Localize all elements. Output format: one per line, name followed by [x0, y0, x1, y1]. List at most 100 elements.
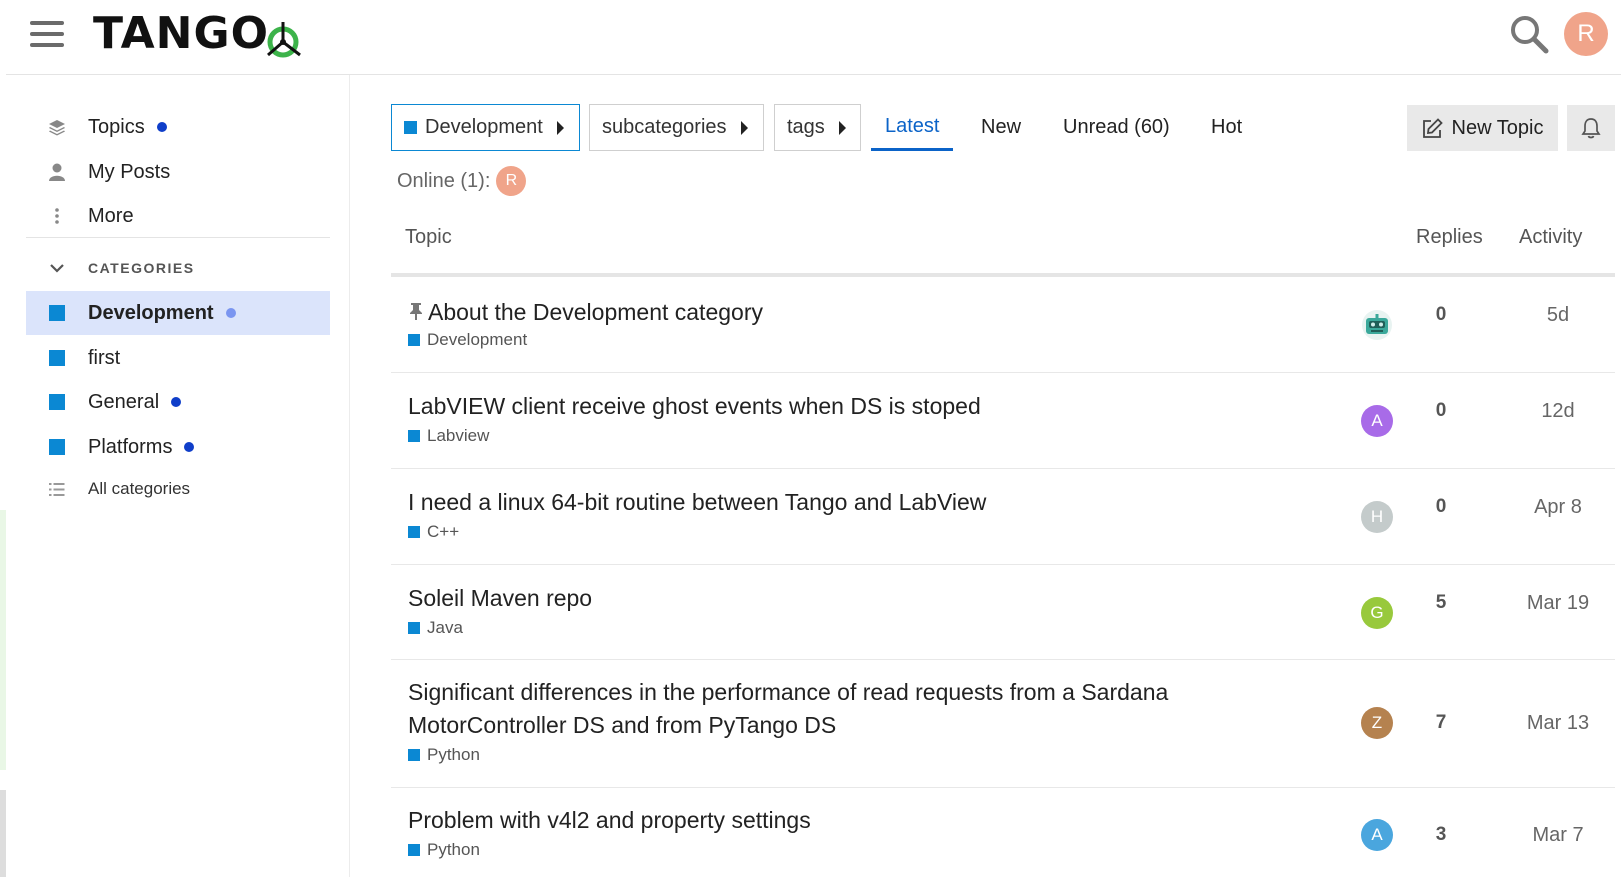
list-icon — [26, 482, 88, 496]
category-color-square — [49, 394, 65, 410]
tab-unread[interactable]: Unread (60) — [1049, 104, 1184, 151]
new-topic-button[interactable]: New Topic — [1407, 105, 1558, 151]
sidebar-item-more[interactable]: More — [26, 194, 330, 238]
sidebar-item-my-posts[interactable]: My Posts — [26, 150, 330, 194]
topic-category-label: Java — [427, 618, 463, 637]
category-color-square — [408, 622, 420, 634]
pin-icon — [410, 303, 422, 320]
tags-dropdown[interactable]: tags — [774, 104, 861, 151]
bell-icon — [1581, 118, 1601, 139]
category-color-square — [49, 350, 65, 366]
sidebar-item-label: More — [88, 204, 134, 227]
sidebar-all-categories[interactable]: All categories — [26, 467, 330, 511]
online-user-avatar[interactable]: R — [496, 166, 527, 196]
unread-dot — [184, 442, 195, 452]
sidebar-item-label: My Posts — [88, 160, 171, 183]
column-header-topic[interactable]: Topic — [405, 226, 452, 249]
topic-category-badge[interactable]: Labview — [408, 426, 489, 446]
poster-avatar[interactable]: Z — [1361, 707, 1393, 739]
sidebar-category-development[interactable]: Development — [26, 291, 330, 335]
subcategories-dropdown-label: subcategories — [602, 116, 727, 138]
topic-title[interactable]: Soleil Maven repo — [408, 582, 592, 615]
topic-category-badge[interactable]: Development — [408, 330, 527, 350]
table-row[interactable]: Soleil Maven repo Java G 5 Mar 19 — [391, 565, 1615, 660]
topic-category-badge[interactable]: Java — [408, 618, 463, 638]
sidebar-category-platforms[interactable]: Platforms — [26, 425, 330, 469]
search-icon[interactable] — [1509, 14, 1549, 54]
table-row[interactable]: I need a linux 64-bit routine between Ta… — [391, 469, 1615, 565]
left-edge-strip — [0, 510, 6, 770]
caret-right-icon — [556, 120, 564, 135]
sidebar-category-first[interactable]: first — [26, 336, 330, 380]
category-color-square — [49, 439, 65, 455]
new-topic-label: New Topic — [1451, 116, 1544, 139]
table-row[interactable]: LabVIEW client receive ghost events when… — [391, 373, 1615, 469]
unread-dot — [225, 308, 236, 318]
subcategories-dropdown[interactable]: subcategories — [589, 104, 764, 151]
poster-avatar[interactable]: H — [1361, 501, 1393, 533]
column-header-activity[interactable]: Activity — [1519, 226, 1582, 249]
topic-title[interactable]: Significant differences in the performan… — [408, 676, 1188, 742]
topic-category-badge[interactable]: Python — [408, 840, 480, 860]
tab-new[interactable]: New — [967, 104, 1035, 151]
replies-count: 5 — [1435, 592, 1447, 613]
sidebar-divider — [26, 237, 330, 238]
table-row[interactable]: Problem with v4l2 and property settings … — [391, 788, 1615, 877]
sidebar-category-general[interactable]: General — [26, 380, 330, 424]
table-row[interactable]: About the Development category Developme… — [391, 277, 1615, 373]
activity-time[interactable]: Mar 7 — [1503, 824, 1613, 847]
poster-avatar[interactable]: A — [1361, 405, 1393, 437]
sidebar-category-label: Platforms — [88, 435, 173, 458]
topic-title[interactable]: About the Development category — [408, 296, 763, 329]
topic-category-badge[interactable]: C++ — [408, 522, 459, 542]
table-row[interactable]: Significant differences in the performan… — [391, 660, 1615, 788]
site-header: TANGO R — [0, 0, 1621, 75]
tab-hot[interactable]: Hot — [1197, 104, 1256, 151]
activity-time[interactable]: 5d — [1503, 304, 1613, 327]
activity-time[interactable]: Apr 8 — [1503, 496, 1613, 519]
topic-category-badge[interactable]: Python — [408, 745, 480, 765]
topic-category-label: Labview — [427, 426, 490, 445]
sidebar-item-label: Topics — [88, 115, 145, 138]
column-header-replies[interactable]: Replies — [1416, 226, 1483, 249]
activity-time[interactable]: Mar 13 — [1503, 712, 1613, 735]
category-color-square — [408, 844, 420, 856]
sidebar-category-label: Development — [88, 301, 214, 324]
sidebar-item-topics[interactable]: Topics — [26, 105, 330, 149]
sidebar-border — [349, 75, 350, 877]
categories-header: CATEGORIES — [88, 260, 195, 276]
user-avatar[interactable]: R — [1564, 12, 1608, 56]
topic-title[interactable]: LabVIEW client receive ghost events when… — [408, 390, 981, 423]
layers-icon — [26, 118, 88, 136]
activity-time[interactable]: 12d — [1503, 400, 1613, 423]
category-color-square — [408, 430, 420, 442]
chevron-down-icon — [26, 263, 88, 273]
user-icon — [26, 163, 88, 181]
topic-category-label: Development — [427, 330, 528, 349]
poster-avatar[interactable] — [1361, 309, 1393, 341]
site-logo[interactable]: TANGO — [93, 4, 305, 64]
left-edge-strip-lower — [0, 790, 6, 877]
activity-time[interactable]: Mar 19 — [1503, 592, 1613, 615]
hamburger-icon[interactable] — [30, 19, 64, 49]
unread-dot — [156, 122, 167, 132]
categories-section-toggle[interactable]: CATEGORIES — [26, 254, 195, 282]
header-divider — [6, 74, 1621, 75]
topic-title[interactable]: Problem with v4l2 and property settings — [408, 804, 811, 837]
topic-category-label: Python — [427, 745, 480, 764]
poster-avatar[interactable]: A — [1361, 819, 1393, 851]
topic-title[interactable]: I need a linux 64-bit routine between Ta… — [408, 486, 986, 519]
tags-dropdown-label: tags — [787, 116, 825, 138]
replies-count: 0 — [1435, 496, 1447, 517]
category-color-square — [404, 121, 417, 134]
poster-avatar[interactable]: G — [1361, 597, 1393, 629]
vertical-ellipsis-icon — [26, 208, 88, 224]
category-dropdown-label: Development — [425, 116, 543, 138]
caret-right-icon — [740, 120, 748, 135]
category-dropdown[interactable]: Development — [391, 104, 580, 151]
logo-emblem-icon — [267, 22, 301, 58]
notification-bell-button[interactable] — [1567, 105, 1615, 151]
sidebar-category-label: first — [88, 346, 121, 369]
replies-count: 0 — [1435, 400, 1447, 421]
tab-latest[interactable]: Latest — [871, 104, 954, 151]
